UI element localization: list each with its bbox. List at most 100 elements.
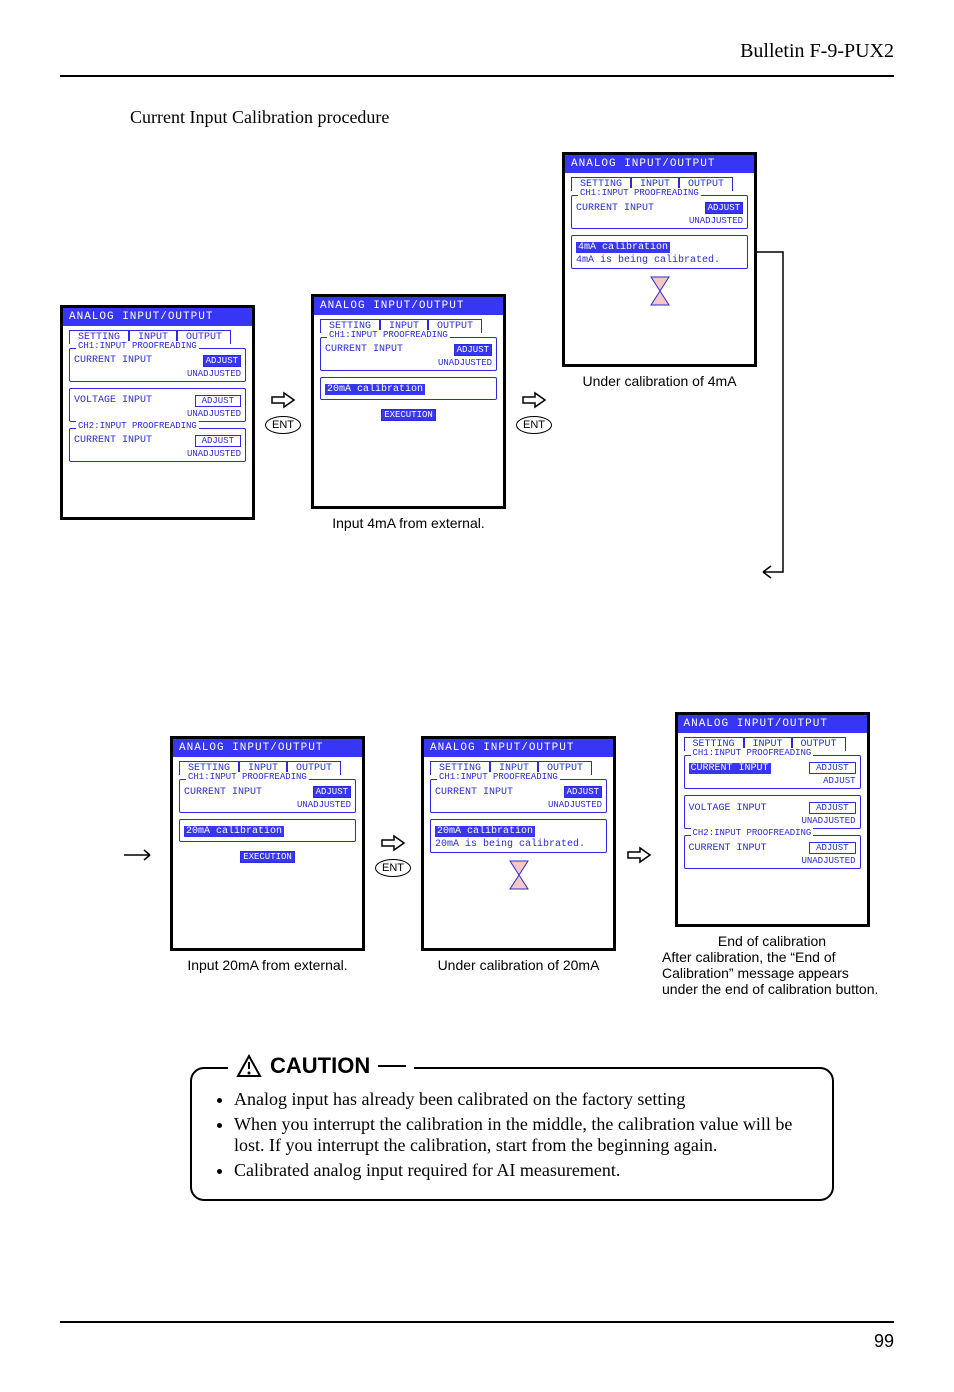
group-ch1: CH1:INPUT PROOFREADING CURRENT INPUTADJU… bbox=[69, 348, 246, 382]
ent-key-icon: ENT bbox=[265, 416, 301, 434]
caution-item: When you interrupt the calibration in th… bbox=[234, 1114, 812, 1156]
screen-title: ANALOG INPUT/OUTPUT bbox=[173, 739, 362, 757]
calibration-select[interactable]: 20mA calibration bbox=[435, 826, 535, 837]
adjust-button[interactable]: ADJUST bbox=[195, 395, 241, 407]
calibration-select[interactable]: 20mA calibration bbox=[184, 826, 284, 837]
screen-1: ANALOG INPUT/OUTPUT SETTING INPUT OUTPUT… bbox=[60, 305, 255, 520]
status-unadjusted: UNADJUSTED bbox=[184, 800, 351, 810]
section-title: Current Input Calibration procedure bbox=[130, 107, 894, 128]
warning-icon bbox=[236, 1054, 262, 1078]
group-label: CH1:INPUT PROOFREADING bbox=[578, 188, 701, 198]
arrow-right-icon bbox=[270, 390, 296, 410]
caution-item: Analog input has already been calibrated… bbox=[234, 1089, 812, 1110]
current-input-label: CURRENT INPUT bbox=[689, 763, 771, 774]
hourglass-icon bbox=[506, 859, 532, 891]
cal-group: 20mA calibration 20mA is being calibrate… bbox=[430, 819, 607, 853]
group-ch2: CH2:INPUT PROOFREADING CURRENT INPUTADJU… bbox=[69, 428, 246, 462]
group-ch1: CH1:INPUT PROOFREADING CURRENT INPUTADJU… bbox=[684, 755, 861, 789]
arrow-right-icon bbox=[380, 833, 406, 853]
screen-2: ANALOG INPUT/OUTPUT SETTING INPUT OUTPUT… bbox=[311, 294, 506, 509]
status-unadjusted: UNADJUSTED bbox=[689, 856, 856, 866]
status-unadjusted: UNADJUSTED bbox=[74, 369, 241, 379]
cal-group: 20mA calibration bbox=[179, 819, 356, 842]
group-ch1: CH1:INPUT PROOFREADING CURRENT INPUTADJU… bbox=[571, 195, 748, 229]
page-number: 99 bbox=[60, 1331, 894, 1352]
status-unadjusted: UNADJUSTED bbox=[576, 216, 743, 226]
adjust-button[interactable]: ADJUST bbox=[313, 786, 351, 798]
group-label: CH1:INPUT PROOFREADING bbox=[437, 772, 560, 782]
group-ch1: CH1:INPUT PROOFREADING CURRENT INPUTADJU… bbox=[320, 337, 497, 371]
arrow-right-icon bbox=[521, 390, 547, 410]
screen-5: ANALOG INPUT/OUTPUT SETTING INPUT OUTPUT… bbox=[421, 736, 616, 951]
calibration-select[interactable]: 4mA calibration bbox=[576, 242, 670, 253]
screen-title: ANALOG INPUT/OUTPUT bbox=[424, 739, 613, 757]
status-msg: 20mA is being calibrated. bbox=[435, 839, 602, 850]
group-ch2: CH2:INPUT PROOFREADING CURRENT INPUTADJU… bbox=[684, 835, 861, 869]
adjust-button[interactable]: ADJUST bbox=[809, 802, 855, 814]
screen-6: ANALOG INPUT/OUTPUT SETTING INPUT OUTPUT… bbox=[675, 712, 870, 927]
adjust-button[interactable]: ADJUST bbox=[195, 435, 241, 447]
bulletin-header: Bulletin F-9-PUX2 bbox=[60, 40, 894, 63]
adjust-button[interactable]: ADJUST bbox=[705, 202, 743, 214]
group-label: CH2:INPUT PROOFREADING bbox=[691, 828, 814, 838]
adjust-button[interactable]: ADJUST bbox=[203, 355, 241, 367]
group-label: CH2:INPUT PROOFREADING bbox=[76, 421, 199, 431]
calibration-select[interactable]: 20mA calibration bbox=[325, 384, 425, 395]
execution-button[interactable]: EXECUTION bbox=[240, 851, 295, 863]
current-input-label: CURRENT INPUT bbox=[689, 843, 767, 854]
group-label: CH1:INPUT PROOFREADING bbox=[76, 341, 199, 351]
status-unadjusted: UNADJUSTED bbox=[74, 409, 241, 419]
cal-group: 20mA calibration bbox=[320, 377, 497, 400]
caution-legend: CAUTION bbox=[228, 1053, 414, 1079]
current-input-label: CURRENT INPUT bbox=[576, 203, 654, 214]
adjust-button[interactable]: ADJUST bbox=[809, 762, 855, 774]
current-input-label: CURRENT INPUT bbox=[184, 787, 262, 798]
return-arrow-icon bbox=[753, 152, 793, 672]
group-label: CH1:INPUT PROOFREADING bbox=[691, 748, 814, 758]
status-msg: 4mA is being calibrated. bbox=[576, 255, 743, 266]
caution-list: Analog input has already been calibrated… bbox=[212, 1089, 812, 1181]
adjust-button[interactable]: ADJUST bbox=[809, 842, 855, 854]
current-input-label: CURRENT INPUT bbox=[74, 355, 152, 366]
screen-title: ANALOG INPUT/OUTPUT bbox=[314, 297, 503, 315]
group-voltage: VOLTAGE INPUTADJUST UNADJUSTED bbox=[69, 388, 246, 422]
screen-title: ANALOG INPUT/OUTPUT bbox=[678, 715, 867, 733]
status-unadjusted: UNADJUSTED bbox=[435, 800, 602, 810]
screen-title: ANALOG INPUT/OUTPUT bbox=[565, 155, 754, 173]
adjust-button[interactable]: ADJUST bbox=[454, 344, 492, 356]
caution-rule-icon bbox=[378, 1065, 406, 1067]
status-unadjusted: UNADJUSTED bbox=[74, 449, 241, 459]
adjust-button[interactable]: ADJUST bbox=[564, 786, 602, 798]
caption-4: Input 20mA from external. bbox=[187, 957, 347, 973]
ent-key-icon: ENT bbox=[516, 416, 552, 434]
ent-key-icon: ENT bbox=[375, 859, 411, 877]
hourglass-icon bbox=[647, 275, 673, 307]
caution-box: CAUTION Analog input has already been ca… bbox=[190, 1067, 834, 1201]
screen-4: ANALOG INPUT/OUTPUT SETTING INPUT OUTPUT… bbox=[170, 736, 365, 951]
group-label: CH1:INPUT PROOFREADING bbox=[327, 330, 450, 340]
caption-3: Under calibration of 4mA bbox=[582, 373, 736, 389]
caption-5: Under calibration of 20mA bbox=[438, 957, 600, 973]
status-unadjusted: UNADJUSTED bbox=[689, 816, 856, 826]
header-rule bbox=[60, 75, 894, 77]
arrow-enter-icon bbox=[120, 845, 160, 865]
group-label: CH1:INPUT PROOFREADING bbox=[186, 772, 309, 782]
caution-item: Calibrated analog input required for AI … bbox=[234, 1160, 812, 1181]
screen-title: ANALOG INPUT/OUTPUT bbox=[63, 308, 252, 326]
current-input-label: CURRENT INPUT bbox=[325, 344, 403, 355]
footer-rule bbox=[60, 1321, 894, 1323]
screen-3: ANALOG INPUT/OUTPUT SETTING INPUT OUTPUT… bbox=[562, 152, 757, 367]
group-ch1: CH1:INPUT PROOFREADING CURRENT INPUTADJU… bbox=[179, 779, 356, 813]
caption-2: Input 4mA from external. bbox=[332, 515, 485, 531]
caption-6: End of calibration bbox=[718, 933, 826, 949]
execution-button[interactable]: EXECUTION bbox=[381, 409, 436, 421]
group-ch1: CH1:INPUT PROOFREADING CURRENT INPUTADJU… bbox=[430, 779, 607, 813]
status-unadjusted: UNADJUSTED bbox=[325, 358, 492, 368]
cal-group: 4mA calibration 4mA is being calibrated. bbox=[571, 235, 748, 269]
group-voltage: VOLTAGE INPUTADJUST UNADJUSTED bbox=[684, 795, 861, 829]
current-input-label: CURRENT INPUT bbox=[435, 787, 513, 798]
arrow-right-icon bbox=[626, 845, 652, 865]
status-adjust: ADJUST bbox=[689, 776, 856, 786]
caution-title: CAUTION bbox=[270, 1053, 370, 1079]
current-input-label: CURRENT INPUT bbox=[74, 435, 152, 446]
